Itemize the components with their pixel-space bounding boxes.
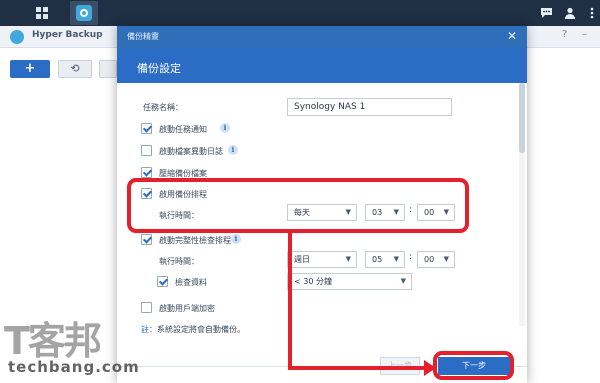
chevron-down-icon: ▼	[400, 277, 406, 285]
dialog-window-title: 備份精靈	[127, 32, 159, 41]
file-log-info-icon[interactable]: i	[228, 145, 238, 155]
file-log-checkbox[interactable]	[141, 145, 152, 156]
integrity-checkbox[interactable]	[141, 234, 152, 245]
toolbar-button[interactable]	[99, 60, 117, 78]
check-data-label: 檢查資料	[175, 278, 207, 287]
hyper-backup-logo-icon	[10, 30, 24, 44]
main-menu-grid-icon[interactable]	[28, 1, 56, 25]
dialog-titlebar: 備份精靈 ✕	[117, 26, 527, 48]
schedule-highlight-box	[127, 178, 469, 233]
restore-history-button[interactable]: ⟲	[58, 60, 92, 78]
time-separator: :	[409, 252, 413, 262]
hyper-backup-taskbar-button[interactable]	[70, 1, 98, 25]
client-encrypt-checkbox[interactable]	[141, 302, 152, 313]
integrity-time-label: 執行時間：	[159, 257, 199, 266]
integrity-label: 啟動完整性檢查排程	[159, 236, 231, 245]
notify-info-icon[interactable]: i	[220, 123, 230, 133]
integrity-frequency-select[interactable]: 週日 ▼	[287, 251, 357, 268]
integrity-frequency-value: 週日	[294, 255, 310, 264]
file-log-label: 啟動檔案異動日誌	[159, 147, 223, 156]
app-title: Hyper Backup	[32, 30, 103, 40]
dialog-scrollbar[interactable]	[519, 83, 525, 326]
check-data-checkbox[interactable]	[157, 276, 168, 287]
hyper-backup-icon	[76, 5, 92, 21]
check-data-duration-value: < 30 分鐘	[294, 277, 332, 286]
chevron-down-icon: ▼	[443, 255, 449, 263]
vertical-dots-icon[interactable]	[578, 1, 600, 25]
notify-checkbox[interactable]	[141, 123, 152, 134]
help-button[interactable]: ?	[562, 29, 567, 40]
dialog-header: 備份設定	[117, 48, 527, 83]
integrity-hour-select[interactable]: 05 ▼	[365, 251, 405, 268]
annotation-connector-horizontal	[288, 366, 424, 370]
minimize-button[interactable]: –	[582, 29, 587, 40]
add-backup-button[interactable]: +	[10, 60, 50, 78]
close-icon[interactable]: ✕	[507, 29, 517, 43]
annotation-connector-vertical	[288, 231, 292, 370]
integrity-minute-select[interactable]: 00 ▼	[417, 251, 455, 268]
task-name-label: 任務名稱：	[143, 103, 183, 112]
task-name-input[interactable]: Synology NAS 1	[287, 98, 452, 116]
page-title: 備份設定	[137, 62, 181, 75]
integrity-info-icon[interactable]: i	[231, 234, 241, 244]
integrity-hour-value: 05	[372, 255, 383, 264]
chevron-down-icon: ▼	[345, 255, 351, 263]
taskbar	[0, 0, 600, 26]
scrollbar-thumb[interactable]	[519, 83, 525, 153]
notify-label: 啟動任務通知	[159, 125, 207, 134]
chevron-down-icon: ▼	[393, 255, 399, 263]
client-encrypt-label: 啟動用戶端加密	[159, 304, 215, 313]
next-button-highlight-box	[433, 351, 514, 380]
check-data-duration-select[interactable]: < 30 分鐘 ▼	[287, 273, 412, 290]
note-text: 系統設定將會自動備份。	[157, 325, 245, 334]
compress-checkbox[interactable]	[141, 167, 152, 178]
integrity-minute-value: 00	[424, 255, 435, 264]
note-prefix: 註：	[141, 325, 157, 334]
